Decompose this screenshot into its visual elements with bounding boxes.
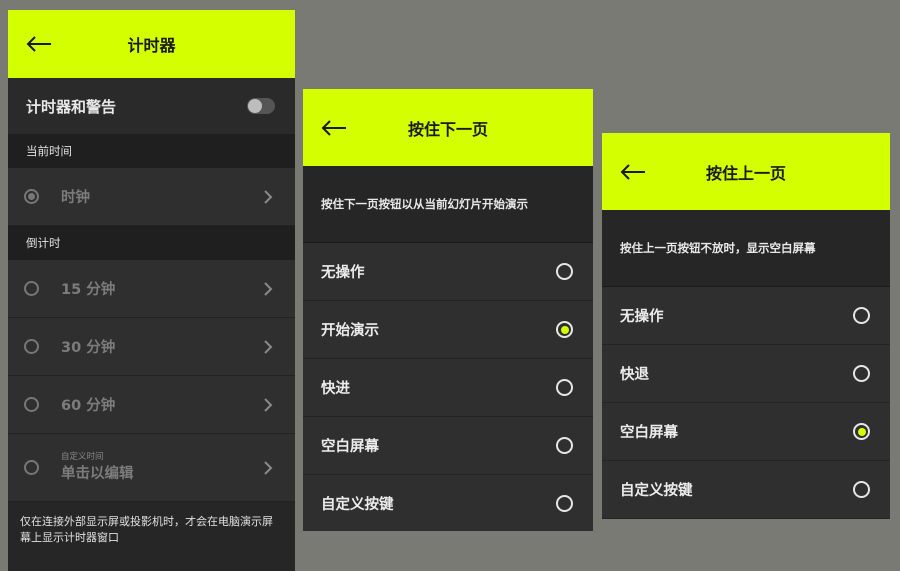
chevron-right-icon: [263, 281, 273, 296]
clock-label: 时钟: [61, 190, 90, 206]
custom-time-edit-label: 单击以编辑: [61, 466, 134, 482]
option-no-action[interactable]: 无操作: [303, 243, 593, 301]
custom-time-option[interactable]: 自定义时间 单击以编辑: [8, 434, 295, 502]
radio-button[interactable]: [24, 339, 39, 354]
option-label: 快进: [321, 381, 350, 397]
radio-button[interactable]: [24, 281, 39, 296]
option-label: 空白屏幕: [620, 425, 678, 441]
radio-button[interactable]: [24, 189, 39, 204]
countdown-option-60[interactable]: 60 分钟: [8, 376, 295, 434]
option-custom-key[interactable]: 自定义按键: [602, 461, 890, 519]
radio-button[interactable]: [853, 423, 870, 440]
arrow-left-icon: [321, 119, 346, 136]
clock-option[interactable]: 时钟: [8, 168, 295, 226]
hold-next-panel: 按住下一页 按住下一页按钮以从当前幻灯片开始演示 无操作 开始演示 快进 空白屏…: [303, 89, 593, 531]
chevron-right-icon: [263, 460, 273, 475]
radio-button[interactable]: [853, 307, 870, 324]
radio-button[interactable]: [556, 379, 573, 396]
countdown-label: 30 分钟: [61, 340, 116, 356]
option-label: 开始演示: [321, 323, 379, 339]
countdown-option-30[interactable]: 30 分钟: [8, 318, 295, 376]
chevron-right-icon: [263, 189, 273, 204]
option-start-show[interactable]: 开始演示: [303, 301, 593, 359]
page-title: 按住下一页: [407, 119, 488, 139]
option-blank-screen[interactable]: 空白屏幕: [602, 403, 890, 461]
radio-button[interactable]: [853, 481, 870, 498]
radio-button[interactable]: [24, 397, 39, 412]
radio-button[interactable]: [556, 321, 573, 338]
back-button[interactable]: [321, 119, 347, 137]
chevron-right-icon: [263, 397, 273, 412]
option-label: 自定义按键: [321, 497, 394, 513]
section-current-time: 当前时间: [8, 134, 295, 168]
section-countdown: 倒计时: [8, 226, 295, 260]
timer-footnote: 仅在连接外部显示屏或投影机时，才会在电脑演示屏幕上显示计时器窗口: [8, 502, 295, 546]
page-title: 计时器: [127, 36, 176, 55]
option-label: 自定义按键: [620, 483, 693, 499]
hold-prev-description: 按住上一页按钮不放时，显示空白屏幕: [602, 210, 890, 287]
custom-time-small-label: 自定义时间: [61, 452, 104, 462]
hold-next-description: 按住下一页按钮以从当前幻灯片开始演示: [303, 166, 593, 243]
countdown-label: 15 分钟: [61, 282, 116, 298]
option-custom-key[interactable]: 自定义按键: [303, 475, 593, 531]
chevron-right-icon: [263, 339, 273, 354]
page-title: 按住上一页: [705, 163, 786, 183]
option-label: 无操作: [620, 309, 664, 325]
radio-button[interactable]: [556, 437, 573, 454]
toggle-knob: [248, 99, 262, 113]
countdown-option-15[interactable]: 15 分钟: [8, 260, 295, 318]
timer-toggle[interactable]: [247, 98, 275, 114]
radio-button[interactable]: [24, 460, 39, 475]
countdown-label: 60 分钟: [61, 398, 116, 414]
hold-next-header: 按住下一页: [303, 89, 593, 166]
timer-header: 计时器: [8, 10, 295, 78]
option-label: 空白屏幕: [321, 439, 379, 455]
back-button[interactable]: [620, 163, 646, 181]
option-no-action[interactable]: 无操作: [602, 287, 890, 345]
toggle-label: 计时器和警告: [26, 97, 117, 116]
hold-prev-header: 按住上一页: [602, 133, 890, 210]
option-blank-screen[interactable]: 空白屏幕: [303, 417, 593, 475]
arrow-left-icon: [620, 163, 645, 180]
radio-button[interactable]: [556, 263, 573, 280]
timer-toggle-row: 计时器和警告: [8, 78, 295, 134]
arrow-left-icon: [26, 36, 51, 52]
option-rewind[interactable]: 快退: [602, 345, 890, 403]
hold-prev-panel: 按住上一页 按住上一页按钮不放时，显示空白屏幕 无操作 快退 空白屏幕 自定义按…: [602, 133, 890, 519]
option-label: 无操作: [321, 265, 365, 281]
timer-panel: 计时器 计时器和警告 当前时间 时钟 倒计时 15 分钟 30 分钟 60 分钟…: [8, 10, 295, 571]
back-button[interactable]: [26, 35, 52, 53]
radio-button[interactable]: [853, 365, 870, 382]
radio-button[interactable]: [556, 495, 573, 512]
option-fast-forward[interactable]: 快进: [303, 359, 593, 417]
option-label: 快退: [620, 367, 649, 383]
